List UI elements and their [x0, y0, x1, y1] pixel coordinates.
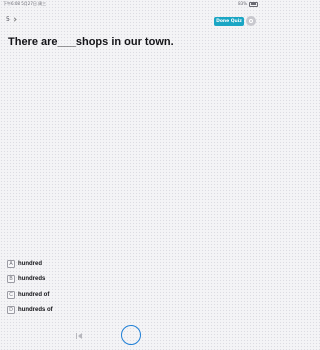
option-text: hundreds of: [18, 306, 53, 313]
question-text: There are___shops in our town.: [8, 36, 174, 48]
previous-icon[interactable]: [76, 333, 82, 339]
home-circle-icon[interactable]: [121, 325, 141, 345]
settings-button[interactable]: [246, 16, 256, 26]
option-text: hundred of: [18, 291, 50, 298]
option-c[interactable]: C hundred of: [7, 290, 53, 300]
answer-options: A hundred B hundreds C hundred of D hund…: [7, 259, 53, 320]
status-right: 83%: [238, 0, 258, 8]
battery-icon: [249, 1, 258, 7]
bottom-navigation: [0, 322, 262, 350]
settings-icon: [249, 19, 253, 23]
option-b[interactable]: B hundreds: [7, 274, 53, 284]
option-a[interactable]: A hundred: [7, 259, 53, 269]
status-bar: 下午6:08 5月27日 周三 83%: [0, 0, 262, 8]
option-d[interactable]: D hundreds of: [7, 305, 53, 315]
question-number: 5: [6, 16, 10, 23]
option-letter: B: [7, 275, 15, 284]
option-letter: D: [7, 305, 15, 314]
battery-percentage: 83%: [238, 1, 247, 6]
option-text: hundred: [18, 261, 42, 267]
question-number-selector[interactable]: 5: [6, 16, 17, 23]
option-text: hundreds: [18, 276, 46, 283]
chevron-down-icon: [12, 17, 17, 22]
status-time-date: 下午6:08 5月27日 周三: [3, 1, 47, 6]
option-letter: A: [7, 260, 15, 268]
option-letter: C: [7, 290, 15, 299]
done-quiz-button[interactable]: Done Quiz: [214, 17, 244, 26]
quiz-header: 5 Done Quiz: [0, 13, 262, 29]
